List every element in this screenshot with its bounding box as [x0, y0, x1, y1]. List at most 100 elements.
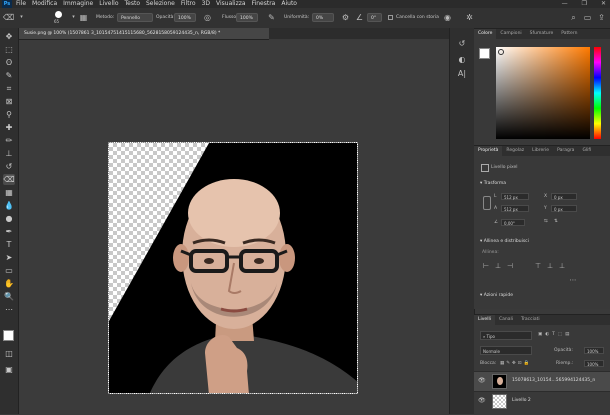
workspace-icon[interactable]: ▭ — [582, 12, 593, 23]
zoom-tool-icon[interactable]: 🔍 — [3, 291, 15, 302]
y-input[interactable]: 0 px — [551, 205, 577, 212]
align-middle-v-icon[interactable]: ⊥ — [546, 262, 554, 270]
foreground-color-chip[interactable] — [479, 48, 490, 59]
photoshop-logo-icon[interactable]: Ps — [2, 0, 12, 8]
menu-testo[interactable]: Testo — [125, 0, 141, 8]
flip-horizontal-icon[interactable]: ⇆ — [544, 219, 548, 224]
marquee-tool-icon[interactable]: ⬚ — [3, 44, 15, 55]
align-left-icon[interactable]: ⊢ — [482, 262, 490, 270]
pressure-size-icon[interactable]: ◉ — [442, 12, 453, 23]
menu-file[interactable]: File — [16, 0, 26, 8]
menu-livello[interactable]: Livello — [99, 0, 118, 8]
tab-paragra[interactable]: Paragra — [553, 146, 578, 156]
gear-icon[interactable]: ⚙ — [340, 12, 351, 23]
share-icon[interactable]: ⇪ — [596, 12, 607, 23]
clone-stamp-tool-icon[interactable]: ⊥ — [3, 148, 15, 159]
tab-pattern[interactable]: Pattern — [557, 29, 581, 39]
gradient-tool-icon[interactable]: ▦ — [3, 187, 15, 198]
tab-glifi[interactable]: Glifi — [578, 146, 595, 156]
menu-3d[interactable]: 3D — [202, 0, 210, 8]
dodge-tool-icon[interactable]: ● — [3, 213, 15, 224]
tab-colore[interactable]: Colore — [474, 29, 497, 39]
flusso-input[interactable]: 100% — [236, 13, 258, 22]
quick-selection-tool-icon[interactable]: ✎ — [3, 70, 15, 81]
eye-icon[interactable]: 👁 — [478, 377, 486, 384]
crop-tool-icon[interactable]: ⌗ — [3, 83, 15, 94]
tab-livelli[interactable]: Livelli — [474, 315, 495, 325]
close-icon[interactable]: ✕ — [601, 0, 606, 8]
frame-tool-icon[interactable]: ⊠ — [3, 96, 15, 107]
history-icon[interactable]: ↺ — [456, 38, 468, 50]
brush-tool-icon[interactable]: ✏ — [3, 135, 15, 146]
rectangle-tool-icon[interactable]: ▭ — [3, 265, 15, 276]
flip-vertical-icon[interactable]: ⇅ — [554, 219, 558, 224]
search-icon[interactable]: ⌕ — [568, 12, 579, 23]
menu-modifica[interactable]: Modifica — [32, 0, 57, 8]
tab-regolaz[interactable]: Regolaz — [502, 146, 528, 156]
adjustments-icon[interactable]: ◐ — [456, 54, 468, 66]
align-top-icon[interactable]: ⊤ — [534, 262, 542, 270]
menu-filtro[interactable]: Filtro — [181, 0, 196, 8]
l-input[interactable]: 512 px — [501, 193, 529, 200]
align-right-icon[interactable]: ⊣ — [506, 262, 514, 270]
lasso-tool-icon[interactable]: ʘ — [3, 57, 15, 68]
angle-input[interactable]: 0,00° — [501, 219, 525, 226]
document-canvas[interactable] — [108, 142, 358, 394]
angle-input[interactable]: 0° — [367, 13, 382, 22]
layer-opacity-input[interactable]: 100% — [584, 347, 604, 354]
eyedropper-tool-icon[interactable]: ⚲ — [3, 109, 15, 120]
quick-mask-icon[interactable]: ◫ — [3, 348, 15, 359]
align-center-h-icon[interactable]: ⊥ — [494, 262, 502, 270]
metodo-select[interactable]: Pennello — [117, 13, 153, 22]
eraser-tool-icon[interactable]: ⌫ — [3, 174, 15, 185]
blend-mode-select[interactable]: Normale — [480, 346, 532, 355]
lock-icons[interactable]: ▦✎✥⊡🔒 — [500, 361, 531, 366]
pen-tool-icon[interactable]: ✒ — [3, 226, 15, 237]
link-icon[interactable] — [483, 196, 491, 210]
type-tool-icon[interactable]: T — [3, 239, 15, 250]
allinea-header[interactable]: ▾ Allinea e distribuisci — [480, 239, 529, 244]
menu-immagine[interactable]: Immagine — [63, 0, 93, 8]
restore-icon[interactable]: ❐ — [582, 0, 587, 8]
menu-visualizza[interactable]: Visualizza — [216, 0, 246, 8]
azioni-rapide-header[interactable]: ▾ Azioni rapide — [480, 293, 513, 298]
character-icon[interactable]: A| — [456, 68, 468, 80]
history-brush-tool-icon[interactable]: ↺ — [3, 161, 15, 172]
brush-preset-picker[interactable]: 65 — [52, 11, 65, 24]
hand-tool-icon[interactable]: ✋ — [3, 278, 15, 289]
align-bottom-icon[interactable]: ⊥ — [558, 262, 566, 270]
path-selection-tool-icon[interactable]: ➤ — [3, 252, 15, 263]
tab-canali[interactable]: Canali — [495, 315, 517, 325]
screen-mode-icon[interactable]: ▣ — [3, 364, 15, 375]
menu-aiuto[interactable]: Aiuto — [281, 0, 297, 8]
color-field[interactable] — [496, 47, 590, 139]
healing-brush-tool-icon[interactable]: ✚ — [3, 122, 15, 133]
layer-row[interactable]: 👁 15078613_10154...565994124435_n — [474, 371, 610, 391]
more-options-icon[interactable]: ⋯ — [569, 276, 577, 284]
trasforma-header[interactable]: ▾ Trasforma — [480, 181, 506, 186]
layer-row[interactable]: 👁 Livello 2 — [474, 391, 610, 411]
pressure-opacity-icon[interactable]: ◎ — [202, 12, 213, 23]
hue-slider[interactable] — [594, 47, 601, 139]
fill-input[interactable]: 100% — [584, 360, 604, 367]
symmetry-icon[interactable]: ✲ — [464, 12, 475, 23]
menu-selezione[interactable]: Selezione — [146, 0, 175, 8]
color-picker-handle[interactable] — [498, 49, 504, 55]
layer-filter-icons[interactable]: ▣◐T⬚▤ — [538, 332, 572, 337]
tab-tracciati[interactable]: Tracciati — [517, 315, 544, 325]
document-tab[interactable]: Susie.png @ 100% (1507861 3_101547514151… — [19, 28, 269, 40]
blur-tool-icon[interactable]: 💧 — [3, 200, 15, 211]
menu-finestra[interactable]: Finestra — [252, 0, 276, 8]
eye-icon[interactable]: 👁 — [478, 397, 486, 404]
layer-filter-select[interactable]: ⌕ Tipo — [480, 331, 532, 340]
tab-sfumature[interactable]: Sfumature — [526, 29, 558, 39]
minimize-icon[interactable]: — — [562, 0, 568, 8]
a-input[interactable]: 512 px — [501, 205, 529, 212]
tab-librerie[interactable]: Librerie — [528, 146, 553, 156]
airbrush-icon[interactable]: ✎ — [266, 12, 277, 23]
opacita-input[interactable]: 100% — [174, 13, 196, 22]
uniformita-input[interactable]: 0% — [312, 13, 334, 22]
tab-proprieta[interactable]: Proprietà — [474, 146, 503, 156]
cancella-storia-checkbox[interactable] — [388, 15, 393, 20]
move-tool-icon[interactable]: ✥ — [3, 31, 15, 42]
